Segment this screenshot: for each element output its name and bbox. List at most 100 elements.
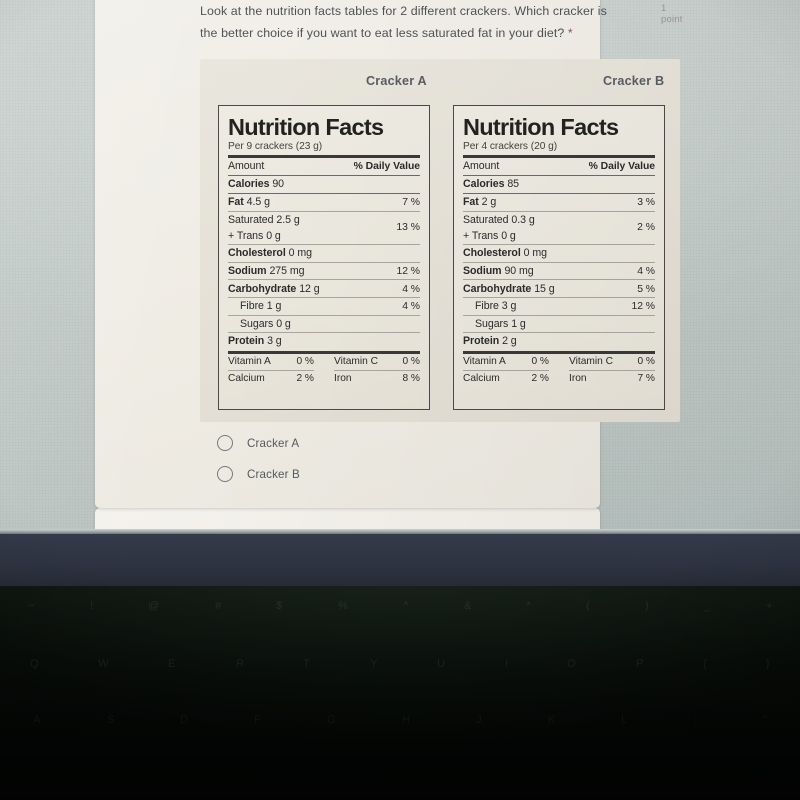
keyboard-key: G (326, 714, 337, 726)
option-label: Cracker A (247, 436, 300, 450)
laptop-photo: Look at the nutrition facts tables for 2… (0, 0, 800, 800)
required-asterisk: * (567, 26, 573, 40)
keyboard-key: @ (147, 600, 160, 612)
vitamin-c-value: 0 % (637, 356, 655, 368)
keyboard-key: A (32, 714, 41, 726)
vitamin-a-row: Vitamin A 0 % (228, 354, 314, 370)
amount-header: Amount (463, 160, 500, 173)
calcium-row: Calcium 2 % (228, 371, 314, 387)
vitamin-a-value: 0 % (531, 356, 549, 368)
protein-label: Protein (463, 335, 500, 348)
label-title: Nutrition Facts (463, 114, 619, 140)
keyboard-key: & (463, 600, 472, 612)
vitamin-a-label: Vitamin A (463, 356, 506, 368)
calcium-label: Calcium (228, 373, 265, 385)
label-title: Nutrition Facts (228, 114, 384, 140)
sodium-row: Sodium 90 mg 4 % (463, 263, 655, 280)
calories-value: 85 (507, 178, 519, 191)
nutrition-facts-image[interactable]: Cracker A Cracker B Nutrition Facts Per … (200, 59, 680, 422)
vitamin-c-label: Vitamin C (569, 356, 613, 368)
nutrition-label-cracker-b: Nutrition Facts Per 4 crackers (20 g) Am… (453, 105, 665, 410)
protein-value: 3 g (267, 335, 282, 348)
keyboard-key: } (766, 658, 771, 670)
sugars-value: 1 g (511, 317, 526, 330)
caption-cracker-a: Cracker A (366, 74, 427, 88)
calories-label: Calories (228, 178, 270, 191)
keyboard-row: Q W E R T Y U I O P {} (0, 658, 800, 670)
radio-button-icon[interactable] (217, 466, 233, 482)
calcium-value: 2 % (531, 373, 549, 385)
vitamin-a-value: 0 % (296, 356, 314, 368)
cholesterol-value: 0 mg (288, 247, 312, 260)
vitamin-a-label: Vitamin A (228, 356, 271, 368)
vitamin-c-row: Vitamin C 0 % (569, 354, 655, 370)
keyboard-key: # (214, 600, 222, 612)
sodium-label: Sodium (463, 265, 502, 278)
saturated-row: Saturated 0.3 g (463, 213, 535, 228)
fibre-label: Fibre (240, 300, 264, 313)
keyboard-key: ) (644, 600, 650, 612)
trans-row: + Trans 0 g (463, 228, 535, 243)
caption-cracker-b: Cracker B (603, 74, 665, 88)
keyboard-key: S (106, 714, 115, 726)
saturated-value: 2.5 g (276, 214, 300, 227)
calories-value: 90 (272, 178, 284, 191)
carbohydrate-daily-value: 5 % (637, 283, 655, 295)
trans-label: + Trans (228, 229, 264, 242)
protein-row: Protein 3 g (228, 333, 420, 350)
radio-button-icon[interactable] (217, 435, 233, 451)
fibre-row: Fibre 1 g 4 % (228, 298, 420, 315)
keyboard-key: J (475, 714, 482, 726)
option-cracker-b[interactable]: Cracker B (217, 466, 300, 482)
keyboard-row: ~! @ # $% ^ & * () _ + (0, 600, 800, 612)
keyboard-key: : (693, 714, 698, 726)
iron-value: 7 % (637, 373, 655, 385)
serving-size: Per 4 crackers (20 g) (463, 141, 558, 152)
iron-label: Iron (334, 373, 352, 385)
saturated-label: Saturated (228, 214, 274, 227)
calories-row: Calories 90 (228, 176, 420, 193)
iron-label: Iron (569, 373, 587, 385)
saturated-trans-daily-value: 2 % (637, 222, 655, 234)
keyboard-shadow (0, 586, 800, 800)
vitamin-a-row: Vitamin A 0 % (463, 354, 549, 370)
keyboard-key: _ (703, 600, 711, 612)
fibre-label: Fibre (475, 300, 499, 313)
keyboard-key: ! (89, 600, 93, 612)
protein-label: Protein (228, 335, 265, 348)
keyboard-key: H (401, 714, 411, 726)
keyboard-key: Q (29, 658, 39, 670)
sodium-label: Sodium (228, 265, 267, 278)
keyboard-key: ( (585, 600, 590, 612)
keyboard-key: F (253, 714, 262, 726)
keyboard-key: Y (369, 658, 378, 670)
saturated-trans-daily-value: 13 % (396, 222, 420, 234)
iron-row: Iron 8 % (334, 371, 420, 387)
cholesterol-row: Cholesterol 0 mg (228, 245, 420, 262)
keyboard-key: P (635, 658, 644, 670)
sugars-label: Sugars (240, 317, 274, 330)
carbohydrate-row: Carbohydrate 12 g 4 % (228, 280, 420, 297)
keyboard-key: % (337, 600, 348, 612)
keyboard-key: R (235, 658, 244, 670)
sugars-row: Sugars 1 g (463, 316, 655, 333)
column-headers: Amount % Daily Value (228, 158, 420, 175)
cholesterol-row: Cholesterol 0 mg (463, 245, 655, 262)
option-cracker-a[interactable]: Cracker A (217, 435, 299, 451)
sugars-value: 0 g (276, 317, 291, 330)
question-line-2: the better choice if you want to eat les… (200, 26, 565, 40)
keyboard-key: " (762, 714, 768, 726)
protein-value: 2 g (502, 335, 517, 348)
points-badge: 1 point (661, 3, 683, 25)
trans-value: 0 g (266, 229, 281, 242)
fat-value: 4.5 g (246, 196, 270, 209)
keyboard-key: D (179, 714, 189, 726)
fat-label: Fat (463, 196, 479, 209)
trans-row: + Trans 0 g (228, 228, 300, 243)
saturated-value: 0.3 g (511, 214, 535, 227)
sodium-value: 90 mg (504, 265, 534, 278)
carbohydrate-daily-value: 4 % (402, 283, 420, 295)
sodium-daily-value: 4 % (637, 266, 655, 278)
fibre-daily-value: 12 % (631, 301, 656, 313)
vitamins-grid: Vitamin A 0 % Calcium 2 % Vitamin C 0 % … (228, 354, 420, 387)
